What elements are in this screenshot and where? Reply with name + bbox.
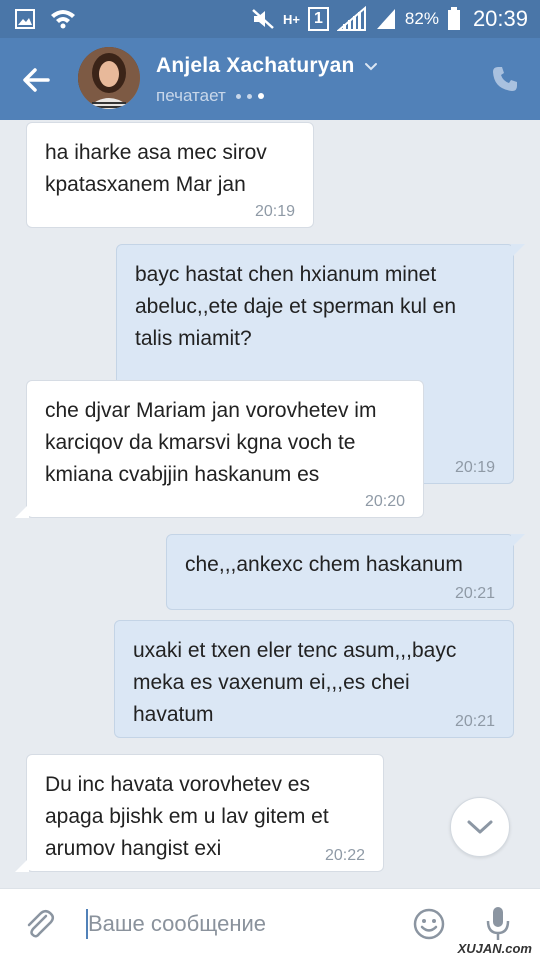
chat-header: Anjela Xachaturyan печатает [0, 38, 540, 120]
message-text: uxaki et txen eler tenc asum,,,bayc meka… [133, 639, 457, 726]
network-type: H+ [283, 11, 300, 27]
message-time: 20:19 [254, 203, 295, 220]
message-outgoing[interactable]: uxaki et txen eler tenc asum,,,bayc meka… [114, 620, 514, 738]
signal-icon [376, 9, 395, 29]
message-time: 20:20 [364, 493, 405, 510]
sim-slot: 1 [308, 7, 329, 31]
avatar[interactable] [78, 47, 140, 109]
message-incoming[interactable]: Du inc havata vorovhetev es apaga bjishk… [15, 754, 384, 872]
battery-icon [447, 7, 460, 30]
bubble-tail [15, 504, 29, 518]
back-arrow-icon[interactable] [18, 62, 54, 98]
microphone-icon[interactable] [484, 905, 512, 943]
avatar-image [78, 47, 140, 109]
paperclip-icon[interactable] [22, 907, 58, 943]
message-time: 20:19 [454, 459, 495, 476]
chevron-down-icon[interactable] [363, 58, 379, 74]
scroll-down-icon [467, 820, 493, 834]
message-input[interactable]: Ваше сообщение [88, 911, 266, 937]
bubble-tail [511, 534, 525, 548]
bubble-tail [15, 858, 29, 872]
watermark: XUJAN.com [457, 941, 532, 956]
message-time: 20:21 [454, 585, 495, 602]
battery-percent: 82% [404, 9, 439, 28]
typing-status: печатает [156, 86, 226, 105]
image-icon [15, 9, 35, 29]
message-composer: Ваше сообщение XUJAN.com [0, 888, 540, 960]
emoji-icon[interactable] [412, 907, 446, 941]
contact-name[interactable]: Anjela Xachaturyan [156, 54, 355, 78]
wifi-icon [51, 10, 75, 29]
status-bar: H+ 1 82% 20:39 [0, 0, 540, 38]
message-text: che djvar Mariam jan vorovhetev im karci… [45, 399, 377, 486]
message-incoming[interactable]: che djvar Mariam jan vorovhetev im karci… [15, 380, 424, 518]
clock: 20:39 [472, 6, 528, 31]
message-text: che,,,ankexc chem haskanum [185, 553, 463, 576]
typing-indicator [235, 93, 264, 99]
message-outgoing[interactable]: che,,,ankexc chem haskanum 20:21 [166, 534, 525, 610]
mute-icon [252, 9, 274, 29]
bubble-tail [511, 244, 525, 258]
signal-icon [336, 6, 366, 31]
message-text: bayc hastat chen hxianum minet abeluc,,e… [135, 263, 457, 350]
message-text: ha iharke asa mec sirov kpatasxanem Mar … [45, 141, 267, 196]
scroll-to-bottom-button[interactable] [450, 797, 510, 857]
message-list[interactable]: ha iharke asa mec sirov kpatasxanem Mar … [0, 120, 540, 888]
message-text: Du inc havata vorovhetev es apaga bjishk… [45, 773, 329, 860]
message-time: 20:22 [324, 847, 365, 864]
phone-icon[interactable] [490, 64, 520, 94]
message-time: 20:21 [454, 713, 495, 730]
message-incoming[interactable]: ha iharke asa mec sirov kpatasxanem Mar … [26, 122, 314, 228]
